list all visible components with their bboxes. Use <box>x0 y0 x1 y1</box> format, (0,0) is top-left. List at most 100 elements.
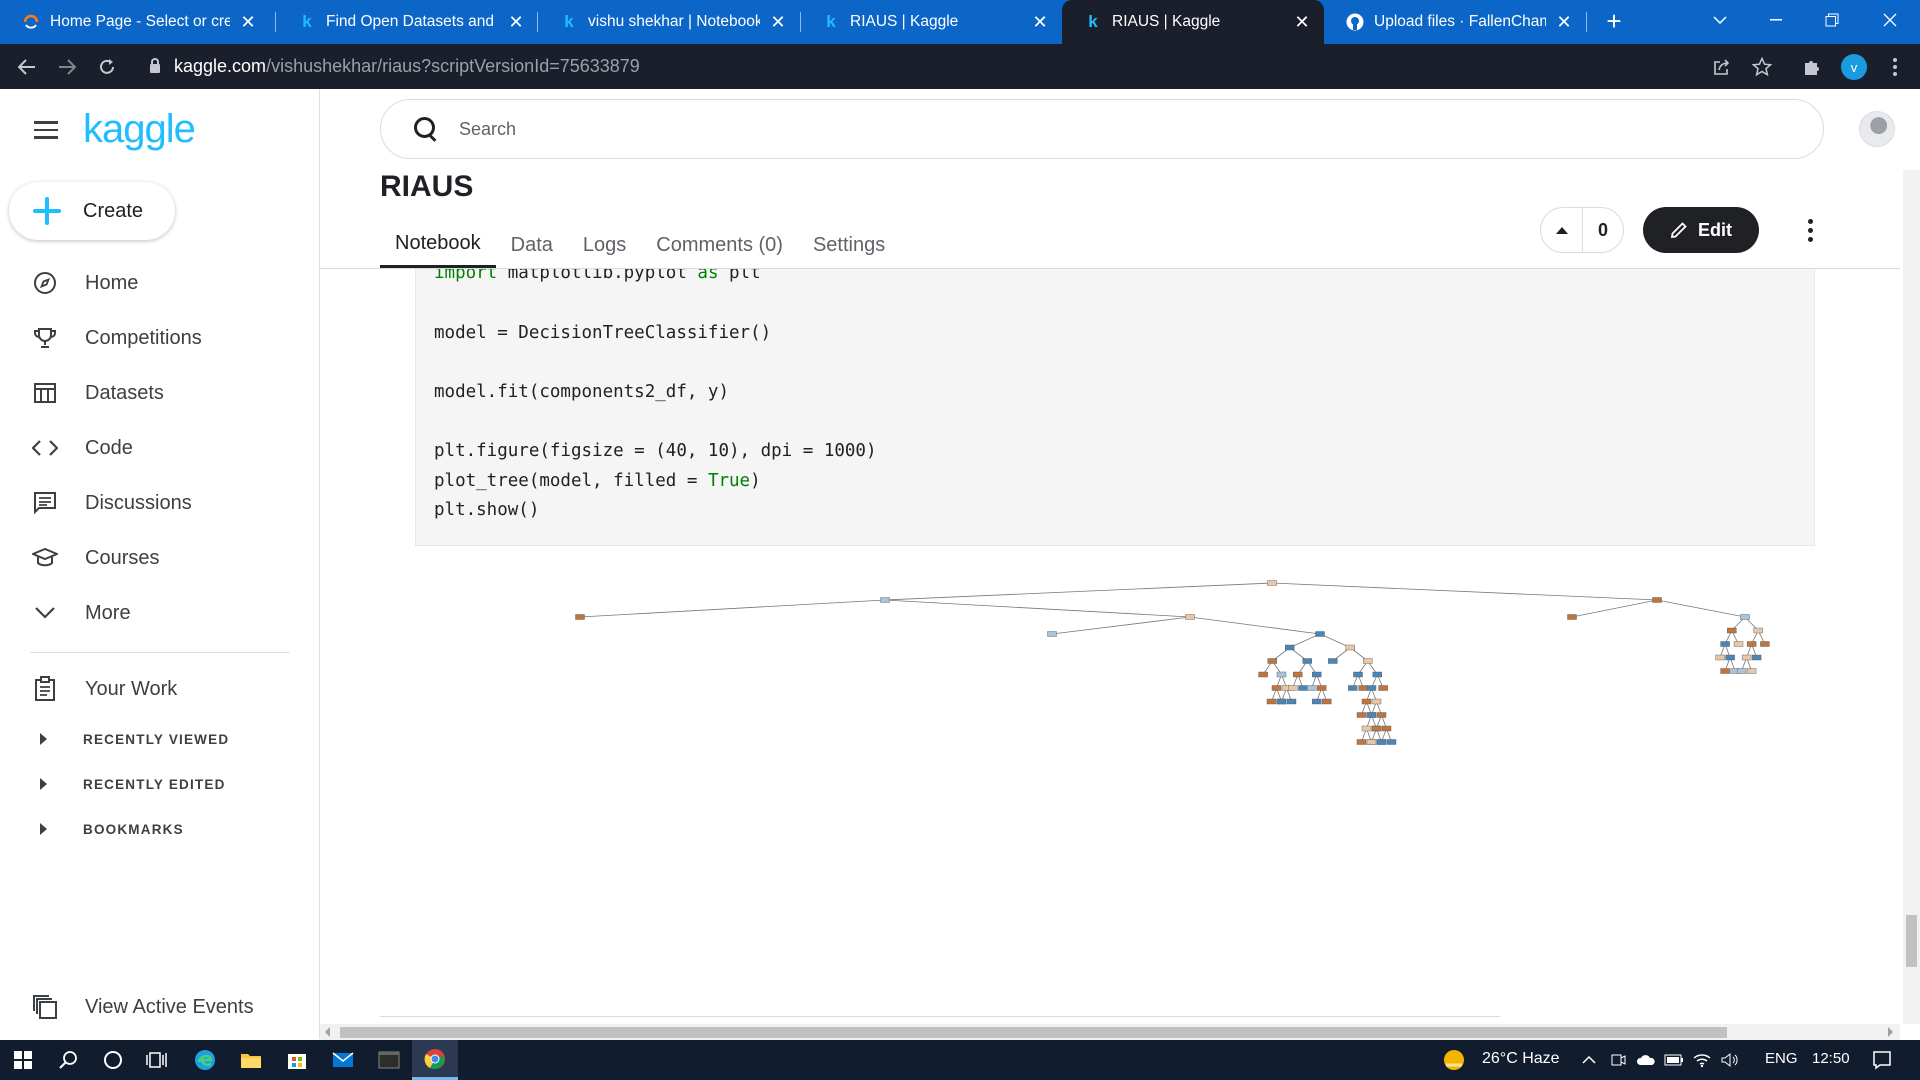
share-icon[interactable] <box>1707 52 1737 82</box>
sidebar-item-more[interactable]: More <box>0 591 320 635</box>
tab-title: vishu shekhar | Notebooks <box>588 13 760 30</box>
sidebar-item-datasets[interactable]: Datasets <box>0 371 320 415</box>
meet-now-icon[interactable] <box>1604 1040 1632 1080</box>
hamburger-menu-icon[interactable] <box>34 121 58 139</box>
tab-data[interactable]: Data <box>496 222 568 268</box>
language-indicator[interactable]: ENG <box>1765 1050 1798 1067</box>
close-icon[interactable]: ✕ <box>1292 12 1312 33</box>
create-button[interactable]: Create <box>9 182 175 240</box>
tree-node <box>1286 698 1297 705</box>
terminal-app-icon[interactable] <box>366 1040 412 1080</box>
page-title: RIAUS <box>380 170 474 203</box>
address-bar[interactable]: kaggle.com/vishushekhar/riaus?scriptVers… <box>136 50 1696 83</box>
new-tab-plus-icon[interactable]: + <box>1600 8 1628 36</box>
tree-node <box>1345 644 1355 651</box>
tree-node <box>1047 631 1057 637</box>
tree-node <box>1267 580 1277 586</box>
forward-arrow-icon[interactable] <box>52 52 82 82</box>
tree-edge <box>1271 582 1658 601</box>
edge-icon[interactable] <box>182 1040 228 1080</box>
browser-tab-4[interactable]: k RIAUS | Kaggle ✕ <box>800 0 1062 44</box>
vertical-scroll-thumb[interactable] <box>1906 915 1917 967</box>
sidebar-item-courses[interactable]: Courses <box>0 536 320 580</box>
browser-tab-6[interactable]: Upload files · FallenChamp2 ✕ <box>1324 0 1586 44</box>
edit-button[interactable]: Edit <box>1643 207 1759 253</box>
tray-chevron-up-icon[interactable] <box>1574 1040 1604 1080</box>
sidebar-item-code[interactable]: Code <box>0 426 320 470</box>
minimize-icon[interactable] <box>1748 0 1804 40</box>
trophy-icon <box>30 323 60 353</box>
onedrive-cloud-icon[interactable] <box>1632 1040 1660 1080</box>
close-icon[interactable]: ✕ <box>506 12 526 33</box>
wifi-icon[interactable] <box>1688 1040 1716 1080</box>
scroll-left-icon[interactable] <box>325 1027 330 1037</box>
sidebar-item-discussions[interactable]: Discussions <box>0 481 320 525</box>
tree-node <box>1315 631 1325 637</box>
back-arrow-icon[interactable] <box>12 52 42 82</box>
search-input[interactable]: Search <box>380 99 1824 159</box>
close-icon[interactable]: ✕ <box>1554 12 1574 33</box>
close-icon[interactable]: ✕ <box>1030 12 1050 33</box>
browser-tab-1[interactable]: Home Page - Select or crea ✕ <box>0 0 270 44</box>
sidebar-item-your-work[interactable]: Your Work <box>0 667 320 711</box>
sidebar-view-active-events[interactable]: View Active Events <box>0 985 320 1029</box>
tab-search-chevron-icon[interactable] <box>1692 0 1748 40</box>
cortana-icon[interactable] <box>90 1040 136 1080</box>
notification-center-icon[interactable] <box>1862 1040 1902 1080</box>
code-cell[interactable]: import matplotlib.pyplot as plt model = … <box>415 269 1815 546</box>
code-line-import: import matplotlib.pyplot as plt <box>434 269 761 283</box>
sidebar-bookmarks[interactable]: BOOKMARKS <box>0 814 184 844</box>
weather-sun-icon[interactable] <box>1436 1040 1472 1080</box>
tree-node <box>1348 685 1358 691</box>
task-view-icon[interactable] <box>134 1040 180 1080</box>
close-icon[interactable]: ✕ <box>768 12 788 33</box>
sidebar-recently-edited[interactable]: RECENTLY EDITED <box>0 769 226 799</box>
tree-node <box>1751 654 1762 661</box>
clock-time[interactable]: 12:50 <box>1812 1050 1850 1067</box>
close-window-icon[interactable] <box>1862 0 1918 40</box>
scroll-right-icon[interactable] <box>1888 1027 1893 1037</box>
volume-icon[interactable] <box>1716 1040 1744 1080</box>
chrome-menu-icon[interactable] <box>1880 52 1910 82</box>
windows-start-icon[interactable] <box>0 1040 46 1080</box>
sidebar-recently-viewed[interactable]: RECENTLY VIEWED <box>0 724 229 754</box>
sidebar-item-competitions[interactable]: Competitions <box>0 316 320 360</box>
browser-tab-2[interactable]: k Find Open Datasets and Ma ✕ <box>276 0 538 44</box>
tab-comments[interactable]: Comments (0) <box>641 222 798 268</box>
tab-logs[interactable]: Logs <box>568 222 641 268</box>
mail-icon[interactable] <box>320 1040 366 1080</box>
bookmark-star-icon[interactable] <box>1747 52 1777 82</box>
browser-tab-5-active[interactable]: k RIAUS | Kaggle ✕ <box>1062 0 1324 44</box>
browser-tab-3[interactable]: k vishu shekhar | Notebooks ✕ <box>538 0 800 44</box>
tree-node <box>1366 739 1377 745</box>
upvote-arrow-icon[interactable] <box>1541 208 1583 252</box>
sidebar-item-home[interactable]: Home <box>0 261 320 305</box>
battery-icon[interactable] <box>1660 1040 1688 1080</box>
tree-node <box>1746 668 1757 674</box>
reload-icon[interactable] <box>92 52 122 82</box>
more-options-icon[interactable] <box>1800 214 1820 246</box>
horizontal-scrollbar[interactable] <box>320 1024 1900 1040</box>
horizontal-scroll-thumb[interactable] <box>340 1027 1727 1038</box>
user-avatar[interactable] <box>1859 111 1895 147</box>
vote-count: 0 <box>1597 219 1608 240</box>
tree-node <box>1356 712 1367 718</box>
close-icon[interactable]: ✕ <box>238 12 258 33</box>
chrome-taskbar-icon[interactable] <box>412 1040 458 1080</box>
file-explorer-icon[interactable] <box>228 1040 274 1080</box>
weather-text[interactable]: 26°C Haze <box>1482 1050 1560 1068</box>
sidebar-item-label: Competitions <box>85 326 202 349</box>
sidebar-sub-label: BOOKMARKS <box>83 821 184 837</box>
tab-settings[interactable]: Settings <box>798 222 900 268</box>
tree-edge <box>1656 599 1746 618</box>
vertical-scrollbar[interactable] <box>1903 170 1920 1024</box>
sidebar-sub-label: RECENTLY EDITED <box>83 776 226 792</box>
profile-avatar[interactable]: v <box>1841 54 1867 80</box>
extensions-puzzle-icon[interactable] <box>1797 52 1827 82</box>
kaggle-logo[interactable]: kaggle <box>83 107 196 152</box>
tab-notebook[interactable]: Notebook <box>380 222 496 268</box>
store-icon[interactable] <box>274 1040 320 1080</box>
code-icon <box>30 433 60 463</box>
restore-icon[interactable] <box>1804 0 1860 40</box>
search-icon[interactable] <box>46 1040 92 1080</box>
